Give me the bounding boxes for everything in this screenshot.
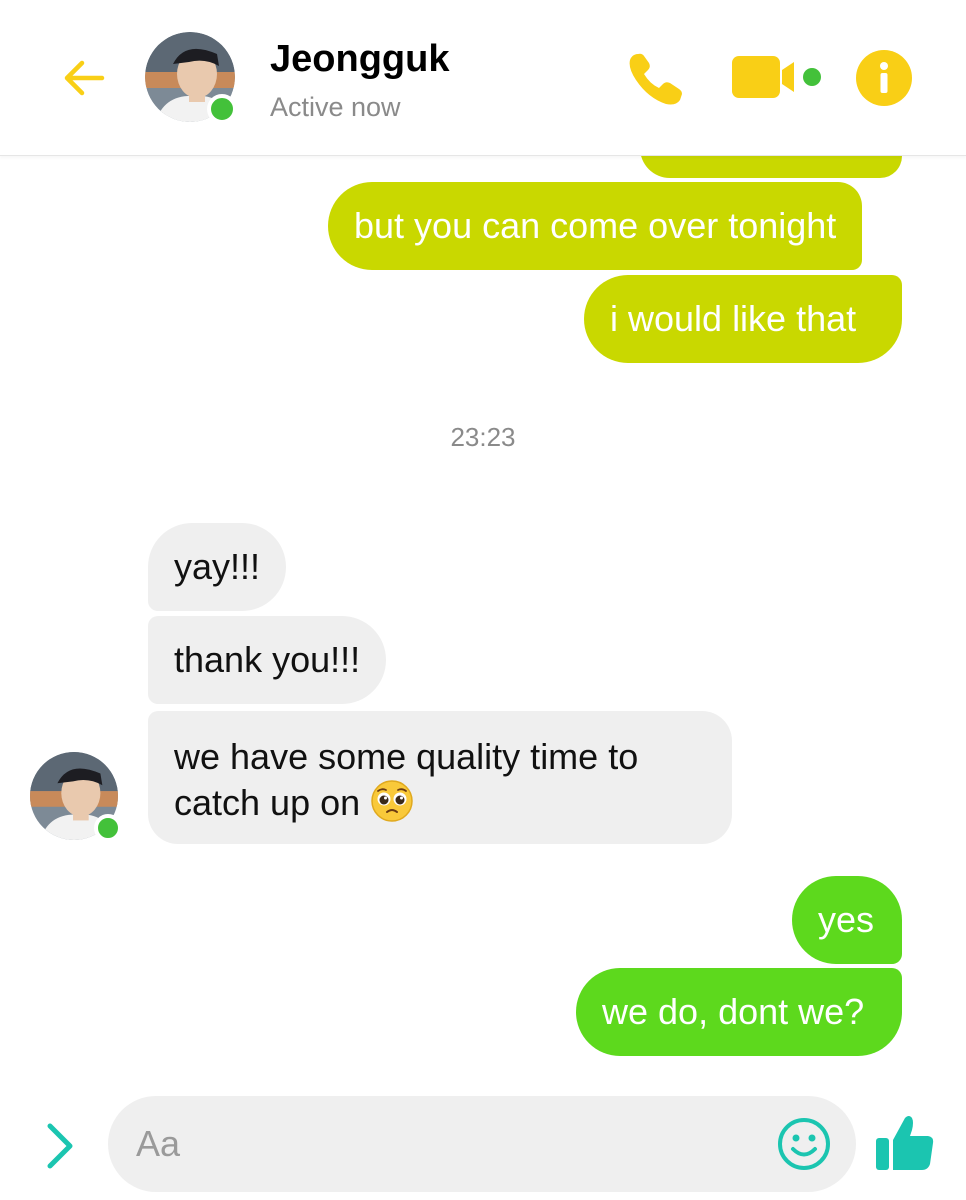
message-input-placeholder: Aa bbox=[136, 1123, 181, 1164]
expand-actions-button[interactable] bbox=[40, 1120, 80, 1172]
phone-icon bbox=[629, 53, 682, 105]
message-outgoing[interactable]: yes bbox=[792, 876, 902, 964]
message-input[interactable]: Aa bbox=[108, 1096, 856, 1192]
contact-name[interactable]: Jeongguk bbox=[270, 38, 449, 81]
thumbs-up-icon bbox=[876, 1116, 934, 1170]
online-status-dot bbox=[207, 94, 237, 124]
voice-call-button[interactable] bbox=[624, 48, 688, 108]
message-timestamp: 23:23 bbox=[450, 422, 516, 452]
conversation-info-button[interactable] bbox=[856, 50, 912, 106]
info-icon bbox=[880, 62, 888, 93]
contact-avatar[interactable] bbox=[145, 32, 237, 124]
sender-avatar[interactable] bbox=[30, 752, 122, 842]
active-status: Active now bbox=[270, 92, 401, 122]
message-outgoing[interactable]: we do, dont we? bbox=[576, 968, 902, 1056]
video-call-button[interactable] bbox=[730, 54, 826, 102]
message-incoming[interactable]: thank you!!! bbox=[148, 616, 387, 704]
message-incoming[interactable]: we have some quality time to catch up on bbox=[148, 711, 732, 844]
message-incoming[interactable]: yay!!! bbox=[148, 523, 287, 611]
message-outgoing[interactable]: but you can come over tonight bbox=[328, 182, 863, 270]
chevron-right-icon bbox=[47, 1123, 73, 1169]
message-outgoing[interactable]: i would like that bbox=[584, 275, 902, 363]
video-camera-icon bbox=[732, 56, 821, 98]
back-arrow-icon bbox=[64, 60, 105, 96]
chat-screen: Jeongguk Active now but you can come ove… bbox=[0, 0, 966, 1200]
like-button[interactable] bbox=[872, 1110, 938, 1176]
smiley-icon bbox=[778, 1118, 830, 1170]
pleading-face-emoji-icon bbox=[371, 780, 413, 822]
emoji-button[interactable] bbox=[776, 1116, 832, 1172]
chat-header: Jeongguk Active now bbox=[0, 0, 966, 156]
back-button[interactable] bbox=[58, 52, 110, 104]
online-status-dot bbox=[94, 814, 122, 842]
